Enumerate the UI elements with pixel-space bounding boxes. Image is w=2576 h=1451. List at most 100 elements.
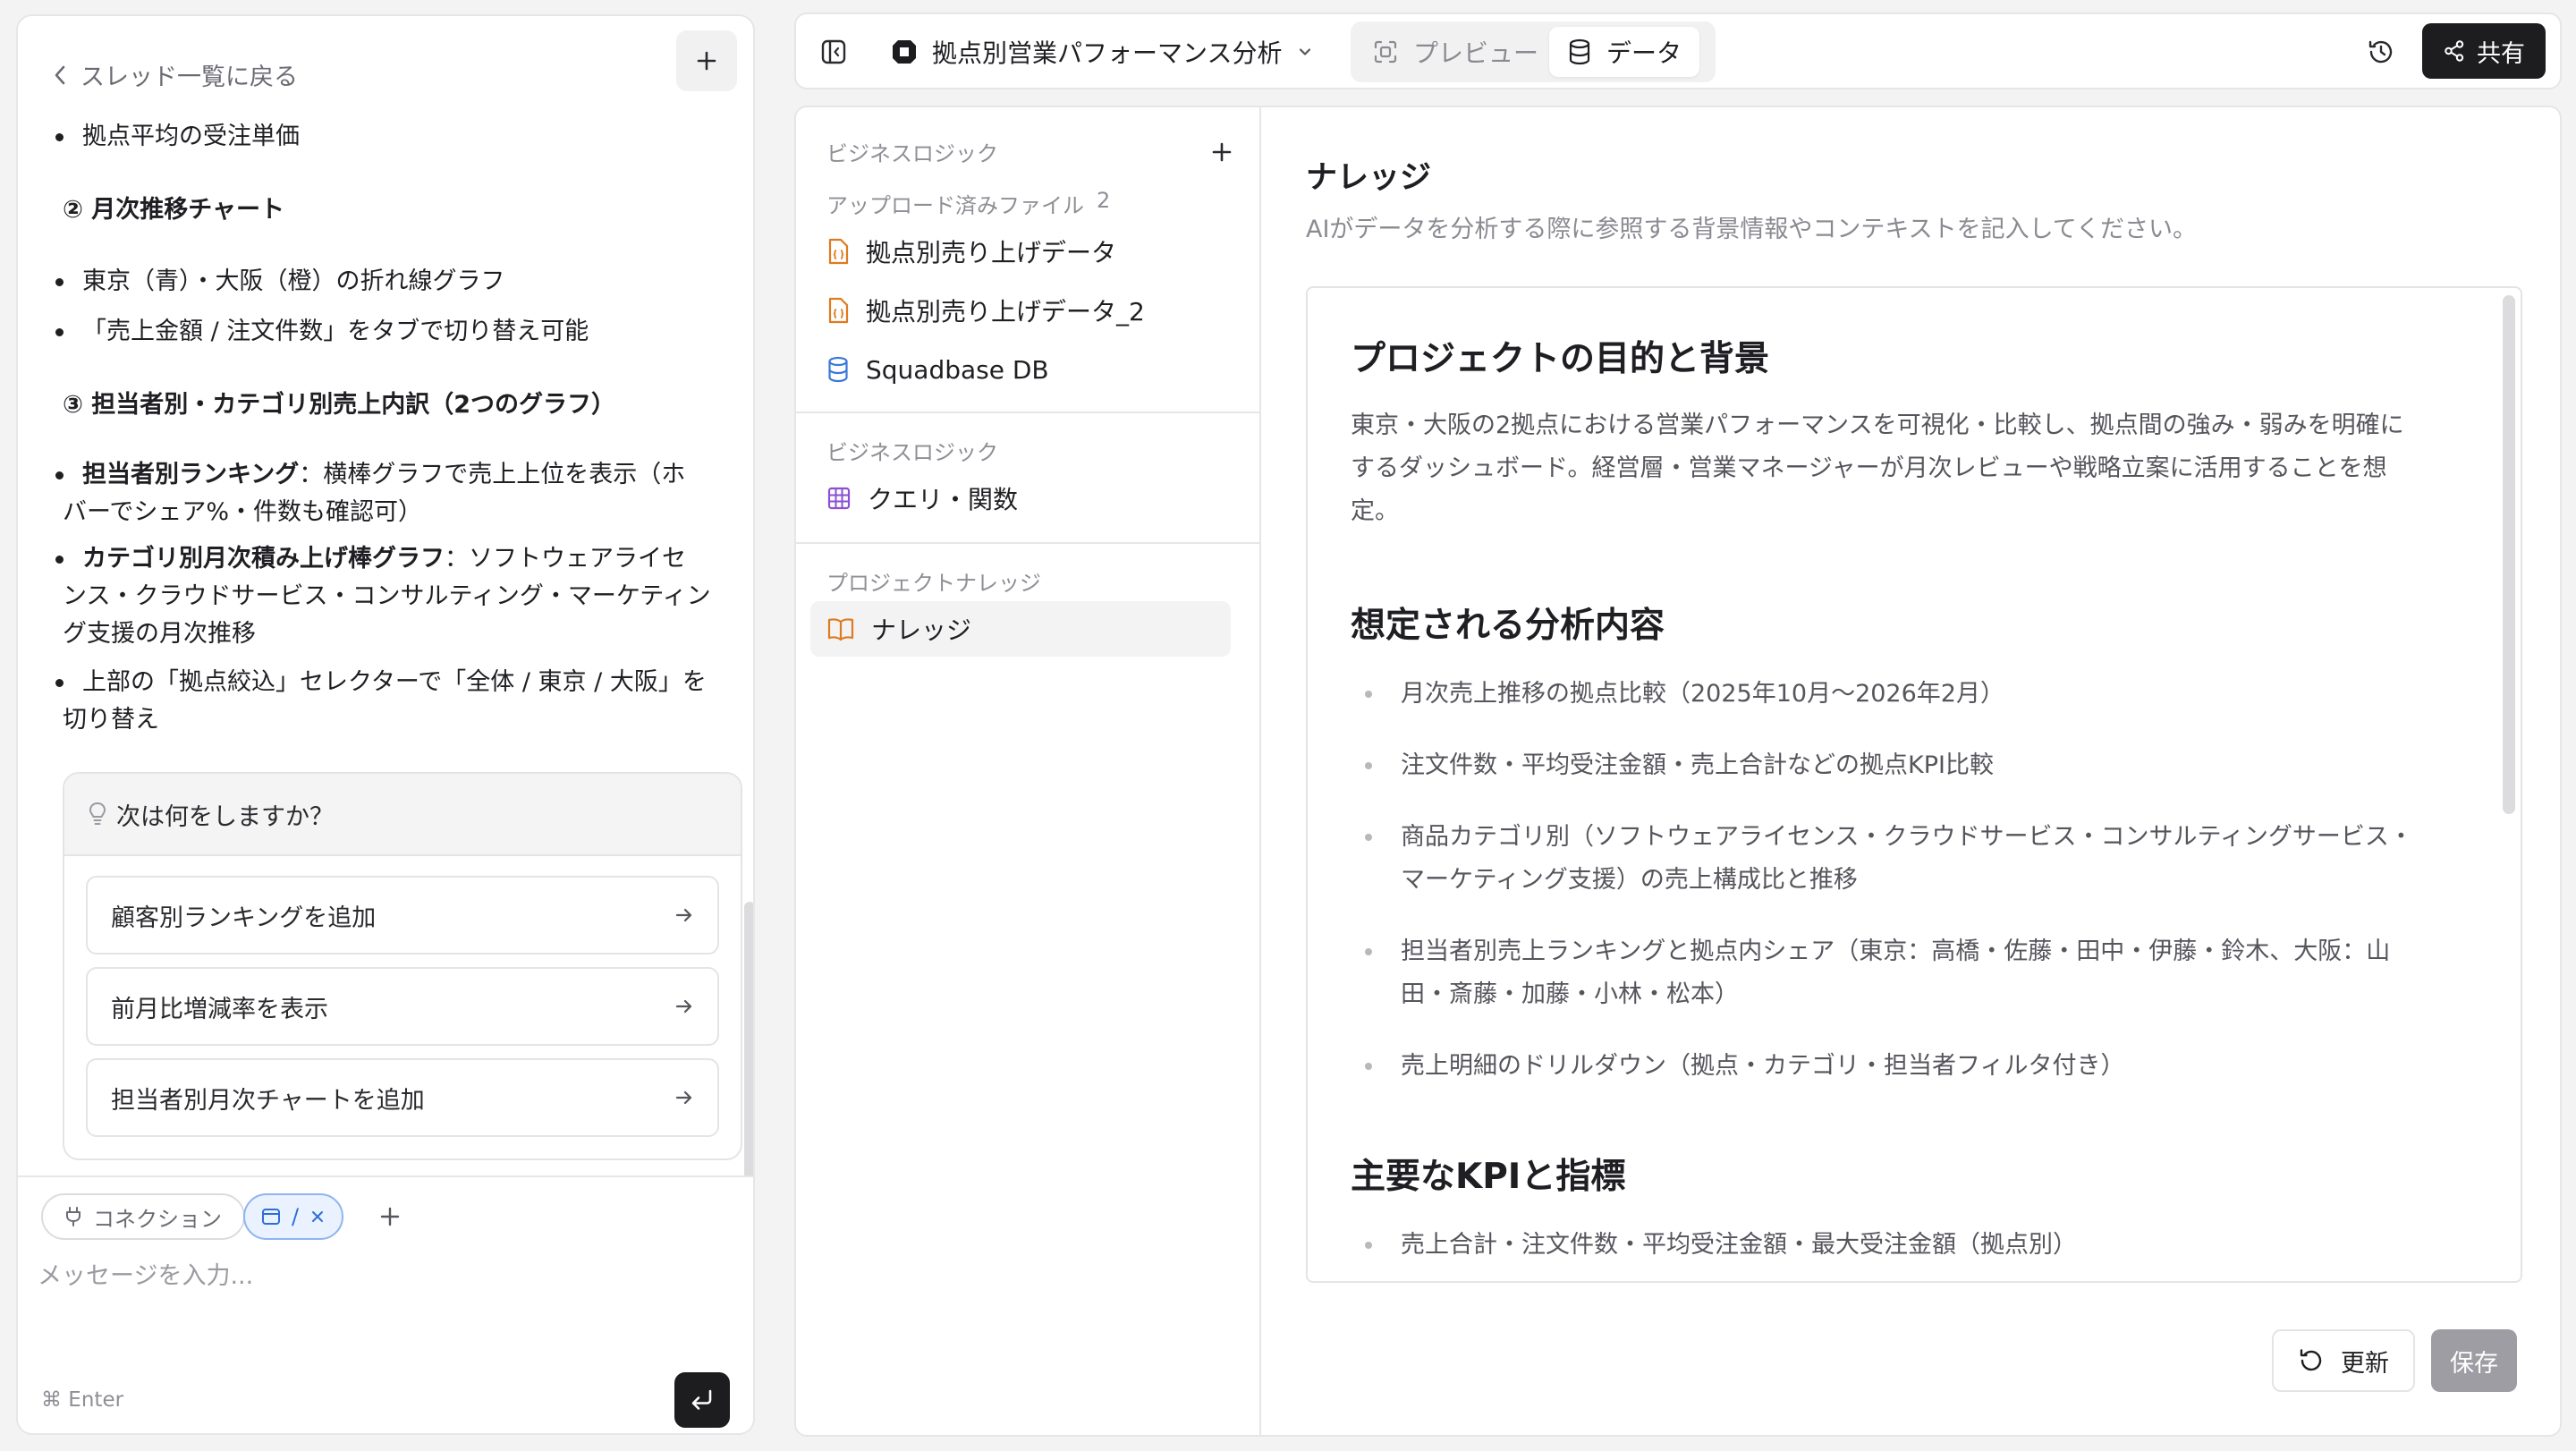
editor-list-item: 売上合計・注文件数・平均受注金額・最大受注金額（拠点別） [1365, 1224, 2465, 1267]
knowledge-label: ナレッジ [871, 615, 972, 645]
list-item-bold: カテゴリ別月次積み上げ棒グラフ [82, 545, 445, 573]
refresh-label: 更新 [2341, 1349, 2389, 1378]
suggestion-label: 顧客別ランキングを追加 [111, 904, 377, 932]
list-item: カテゴリ別月次積み上げ棒グラフ：ソフトウェアライセ [47, 540, 740, 577]
refresh-button[interactable]: 更新 [2272, 1329, 2415, 1392]
uploaded-files-count: 2 [1097, 188, 1111, 213]
chat-panel: スレッド一覧に戻る 拠点平均の受注単価 ② 月次推移チャート 東京（青）・大阪（… [16, 14, 755, 1435]
next-action-card: 次は何をしますか？ 顧客別ランキングを追加 前月比増減率を表示 担当者別月次チャ… [63, 772, 742, 1160]
tab-preview[interactable]: プレビュー [1354, 27, 1556, 77]
list-item-continuation: 切り替え [63, 706, 159, 734]
database-icon [826, 356, 850, 383]
share-button[interactable]: 共有 [2422, 23, 2546, 79]
history-button[interactable] [2361, 32, 2401, 72]
list-item: 担当者別ランキング：横棒グラフで売上上位を表示（ホ [47, 456, 740, 493]
project-logo-icon [891, 38, 918, 65]
plus-icon [378, 1205, 402, 1228]
sidebar-item-file[interactable]: 拠点別売り上げデータ_2 [810, 283, 1231, 338]
editor-heading: 想定される分析内容 [1351, 606, 1665, 646]
tab-data-label: データ [1606, 38, 1682, 68]
project-name: 拠点別営業パフォーマンス分析 [932, 38, 1283, 68]
arrow-right-icon [674, 905, 694, 925]
page-title: ナレッジ [1306, 160, 1432, 196]
editor-paragraph-line: するダッシュボード。経営層・営業マネージャーが月次レビューや戦略立案に活用するこ… [1351, 454, 2387, 482]
send-shortcut-hint: ⌘ Enter [41, 1388, 124, 1412]
refresh-icon [2298, 1347, 2325, 1374]
editor-scrollbar[interactable] [2503, 295, 2515, 814]
json-file-icon [826, 297, 850, 324]
page-description: AIがデータを分析する際に参照する背景情報やコンテキストを記入してください。 [1306, 216, 2198, 243]
editor-heading: プロジェクトの目的と背景 [1351, 339, 1770, 379]
section-label-business-logic: ビジネスロジック [826, 141, 998, 166]
suggestion-label: 前月比増減率を表示 [111, 995, 328, 1023]
sidebar-toggle-button[interactable] [814, 32, 853, 72]
tab-data[interactable]: データ [1549, 27, 1700, 77]
next-action-heading: 次は何をしますか？ [116, 802, 334, 831]
data-sidebar: ビジネスロジック アップロード済みファイル 2 拠点別売り上げデータ 拠点別売り… [796, 107, 1261, 1435]
message-input[interactable] [38, 1256, 735, 1363]
section-label-project-knowledge: プロジェクトナレッジ [826, 571, 1041, 596]
list-item-continuation: バーでシェア%・件数も確認可） [63, 498, 423, 526]
file-name: 拠点別売り上げデータ [866, 238, 1117, 267]
divider [796, 542, 1261, 544]
view-tabs: プレビュー データ [1351, 21, 1716, 82]
window-icon [261, 1208, 281, 1226]
connection-chip[interactable]: コネクション [41, 1193, 245, 1240]
sidebar-collapse-icon [820, 38, 847, 65]
uploaded-files-text: アップロード済みファイル [826, 193, 1084, 218]
sidebar-item-database[interactable]: Squadbase DB [810, 342, 1231, 397]
suggestion-button[interactable]: 担当者別月次チャートを追加 [86, 1058, 719, 1137]
connection-label: コネクション [93, 1206, 222, 1232]
next-action-header: 次は何をしますか？ [64, 774, 741, 856]
lightbulb-icon [88, 801, 107, 827]
preview-scan-icon [1372, 38, 1399, 65]
editor-heading: 主要なKPIと指標 [1351, 1157, 1626, 1197]
editor-list-item-continuation: マーケティング支援）の売上構成比と推移 [1401, 866, 1858, 894]
editor-list-item: 注文件数・平均受注金額・売上合計などの拠点KPI比較 [1365, 744, 2465, 787]
editor-paragraph-line: 定。 [1351, 497, 1399, 525]
data-panel: ビジネスロジック アップロード済みファイル 2 拠点別売り上げデータ 拠点別売り… [794, 106, 2562, 1437]
file-name: 拠点別売り上げデータ_2 [866, 297, 1145, 327]
editor-list-item-continuation: 田・斎藤・加藤・小林・松本） [1401, 980, 1739, 1008]
new-thread-button[interactable] [676, 30, 737, 91]
sidebar-item-file[interactable]: 拠点別売り上げデータ [810, 224, 1231, 279]
arrow-right-icon [674, 1088, 694, 1107]
list-item: 上部の「拠点絞込」セレクターで「全体 / 東京 / 大阪」を [47, 664, 740, 700]
chevron-left-icon [52, 64, 68, 87]
send-button[interactable] [674, 1372, 730, 1428]
knowledge-editor[interactable]: プロジェクトの目的と背景 東京・大阪の2拠点における営業パフォーマンスを可視化・… [1306, 286, 2522, 1283]
sidebar-item-knowledge[interactable]: ナレッジ [810, 601, 1231, 657]
plug-icon [64, 1206, 82, 1227]
uploaded-files-label: アップロード済みファイル 2 [826, 188, 1110, 219]
list-item: 「売上金額 / 注文件数」をタブで切り替え可能 [47, 313, 740, 350]
tab-preview-label: プレビュー [1413, 38, 1539, 68]
save-button[interactable]: 保存 [2431, 1329, 2517, 1392]
table-icon [826, 486, 852, 511]
share-icon [2443, 39, 2466, 63]
sidebar-item-query[interactable]: クエリ・関数 [810, 471, 1231, 526]
back-label: スレッド一覧に戻る [80, 64, 298, 91]
editor-list-item: 商品カテゴリ別（ソフトウェアライセンス・クラウドサービス・コンサルティングサービ… [1365, 816, 2465, 859]
chat-scrollbar-secondary[interactable] [744, 902, 753, 1179]
back-to-threads-link[interactable]: スレッド一覧に戻る [52, 57, 298, 92]
close-icon[interactable] [309, 1209, 326, 1225]
section-label-business-logic: ビジネスロジック [826, 440, 998, 465]
suggestion-button[interactable]: 前月比増減率を表示 [86, 967, 719, 1046]
arrow-right-icon [674, 997, 694, 1016]
message-composer: コネクション / ⌘ Enter [18, 1175, 753, 1433]
suggestion-button[interactable]: 顧客別ランキングを追加 [86, 876, 719, 955]
context-label: / [292, 1204, 300, 1229]
add-context-button[interactable] [370, 1197, 410, 1236]
database-icon [1567, 38, 1592, 65]
history-icon [2367, 38, 2395, 66]
query-label: クエリ・関数 [868, 485, 1019, 514]
list-item-text: ：横棒グラフで売上上位を表示（ホ [299, 461, 686, 488]
project-selector[interactable]: 拠点別営業パフォーマンス分析 [891, 32, 1314, 72]
section-heading: ② 月次推移チャート [63, 196, 284, 224]
enter-icon [689, 1387, 716, 1413]
json-file-icon [826, 238, 850, 265]
context-chip[interactable]: / [243, 1193, 344, 1240]
plus-icon [695, 49, 718, 72]
add-source-button[interactable] [1202, 132, 1241, 172]
book-open-icon [826, 616, 855, 641]
